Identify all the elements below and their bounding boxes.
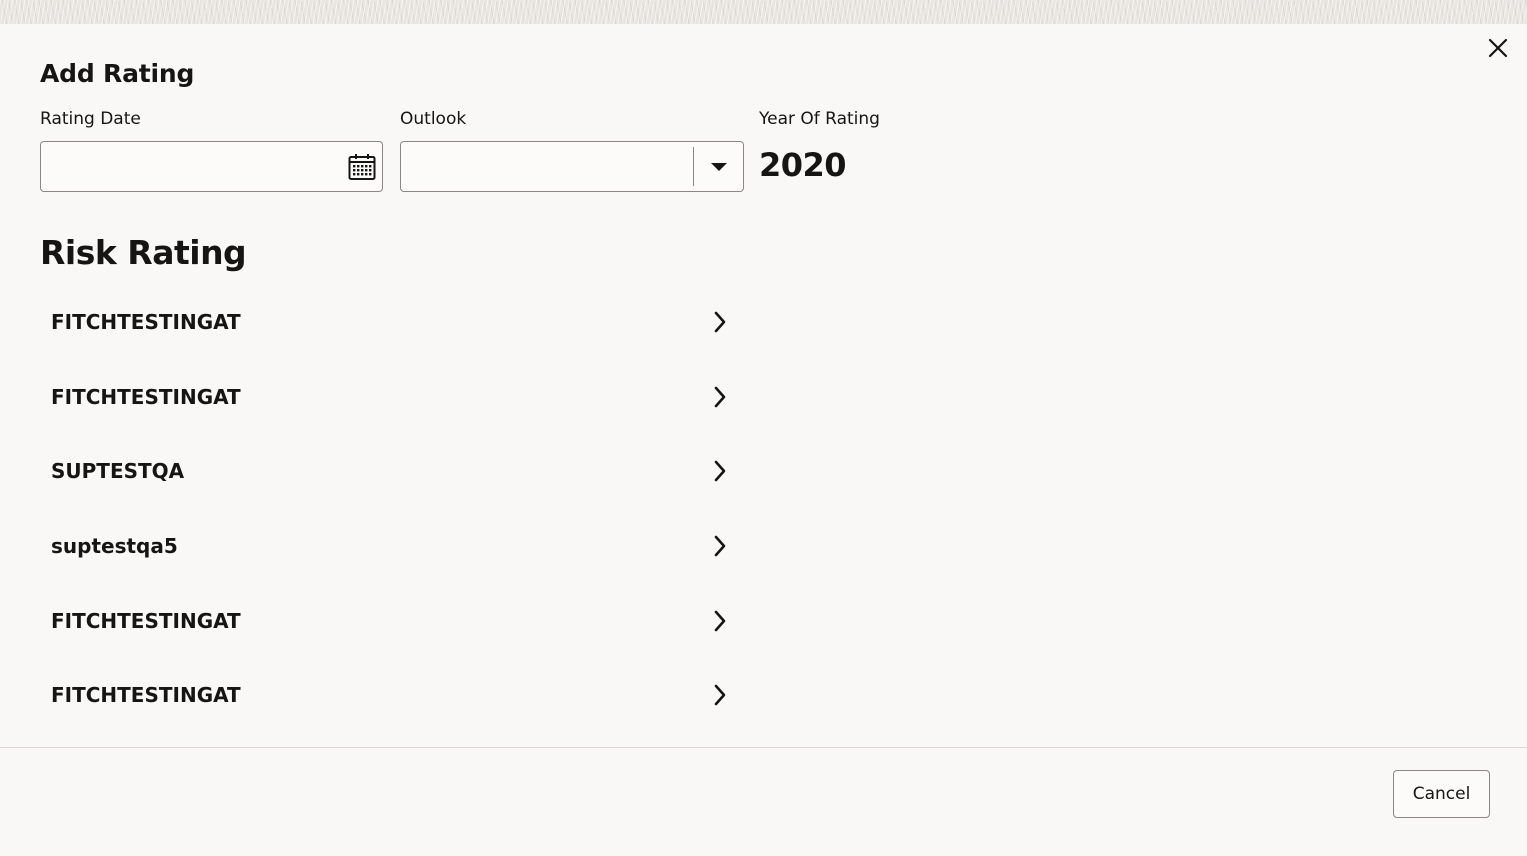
year-of-rating-label: Year Of Rating — [759, 109, 880, 129]
chevron-right-icon — [710, 609, 730, 633]
chevron-right-icon — [710, 459, 730, 483]
outlook-label: Outlook — [400, 109, 467, 129]
outlook-value — [411, 142, 681, 191]
background-strip — [0, 0, 1527, 24]
close-icon — [1488, 38, 1508, 58]
risk-rating-item[interactable]: FITCHTESTINGAT — [40, 360, 740, 435]
dialog-title: Add Rating — [40, 59, 195, 88]
risk-rating-item[interactable]: FITCHTESTINGAT — [40, 658, 740, 733]
risk-rating-item-label: suptestqa5 — [51, 534, 178, 559]
outlook-dropdown-button[interactable] — [695, 142, 743, 191]
caret-down-icon — [711, 162, 727, 171]
risk-rating-item-label: FITCHTESTINGAT — [51, 683, 241, 708]
risk-rating-item-label: FITCHTESTINGAT — [51, 384, 241, 409]
risk-rating-title: Risk Rating — [40, 233, 247, 272]
close-button[interactable] — [1484, 34, 1512, 62]
risk-rating-list: FITCHTESTINGAT FITCHTESTINGAT SUPTESTQA … — [40, 285, 740, 733]
risk-rating-item-label: FITCHTESTINGAT — [51, 608, 241, 633]
rating-date-label: Rating Date — [40, 109, 141, 129]
risk-rating-item[interactable]: FITCHTESTINGAT — [40, 285, 740, 360]
outlook-select[interactable] — [400, 141, 744, 192]
risk-rating-item[interactable]: SUPTESTQA — [40, 434, 740, 509]
risk-rating-item[interactable]: FITCHTESTINGAT — [40, 583, 740, 658]
cancel-button[interactable]: Cancel — [1393, 770, 1490, 818]
risk-rating-item-label: FITCHTESTINGAT — [51, 310, 241, 335]
rating-date-field[interactable] — [40, 141, 383, 193]
select-divider — [693, 147, 694, 186]
year-of-rating-value: 2020 — [759, 146, 847, 184]
chevron-right-icon — [710, 683, 730, 707]
risk-rating-item-label: SUPTESTQA — [51, 459, 185, 484]
calendar-button[interactable] — [345, 150, 379, 184]
calendar-icon — [348, 154, 376, 180]
chevron-right-icon — [710, 534, 730, 558]
footer-divider — [0, 747, 1527, 748]
chevron-right-icon — [710, 385, 730, 409]
risk-rating-item[interactable]: suptestqa5 — [40, 509, 740, 584]
chevron-right-icon — [710, 310, 730, 334]
add-rating-dialog: Add Rating Rating Date Outlook Year Of R… — [0, 24, 1527, 856]
rating-date-input[interactable] — [51, 142, 345, 193]
